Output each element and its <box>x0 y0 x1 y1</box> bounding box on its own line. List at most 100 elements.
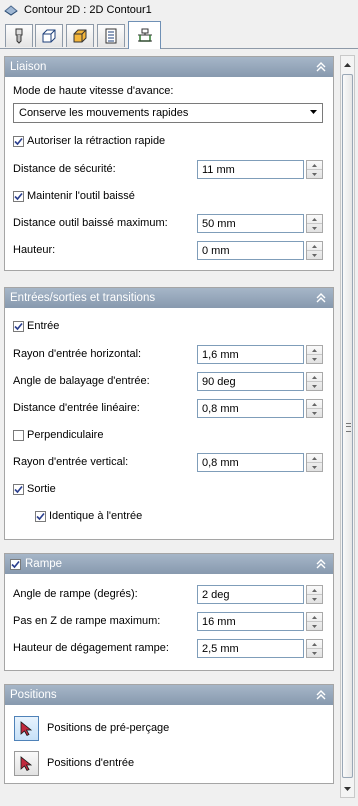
ramp-stepdown-input[interactable]: 16 mm <box>197 612 304 631</box>
arrow-up-icon <box>312 402 317 406</box>
collapse-icon[interactable] <box>315 292 327 304</box>
tab-tool[interactable] <box>5 24 33 47</box>
linear-distance-input[interactable]: 0,8 mm <box>197 399 304 418</box>
scroll-down-button[interactable] <box>341 781 354 796</box>
allow-retract-checkbox[interactable] <box>13 135 24 147</box>
arrow-down-icon <box>312 172 317 176</box>
section-positions: Positions Positions de pré-perçage Posit… <box>4 684 334 784</box>
passes-icon <box>105 28 117 44</box>
exit-checkbox[interactable] <box>13 483 24 495</box>
keep-down-distance-input[interactable]: 50 mm <box>197 214 304 233</box>
collapse-icon[interactable] <box>315 558 327 570</box>
arrow-up-icon <box>312 163 317 167</box>
arrow-up-icon <box>312 588 317 592</box>
high-feed-label: Mode de haute vitesse d'avance: <box>13 85 174 97</box>
arrow-up-icon <box>344 62 351 67</box>
arrow-down-icon <box>344 786 351 791</box>
scroll-up-button[interactable] <box>341 57 354 72</box>
arrow-down-icon <box>312 357 317 361</box>
entry-checkbox[interactable] <box>13 320 24 332</box>
sweep-angle-value: 90 deg <box>202 375 236 388</box>
height-label: Hauteur: <box>13 244 56 256</box>
grip-icon <box>346 423 351 432</box>
ramp-stepdown-label: Pas en Z de rampe maximum: <box>13 615 161 627</box>
arrow-down-icon <box>312 226 317 230</box>
arrow-down-icon <box>312 651 317 655</box>
arrow-up-icon <box>312 244 317 248</box>
height-value: 0 mm <box>202 244 230 257</box>
horiz-radius-input[interactable]: 1,6 mm <box>197 345 304 364</box>
collapse-icon[interactable] <box>315 61 327 73</box>
tab-geometry[interactable] <box>35 24 63 47</box>
horiz-radius-spinner[interactable] <box>306 345 323 364</box>
sweep-angle-label: Angle de balayage d'entrée: <box>13 375 150 387</box>
same-as-entry-checkbox[interactable] <box>35 510 46 522</box>
ramp-checkbox[interactable] <box>10 558 21 570</box>
ramp-angle-value: 2 deg <box>202 588 230 601</box>
sweep-angle-spinner[interactable] <box>306 372 323 391</box>
section-leads: Entrées/sorties et transitions Entrée Ra… <box>4 287 334 540</box>
arrow-up-icon <box>312 348 317 352</box>
ramp-clearance-spinner[interactable] <box>306 639 323 658</box>
vert-radius-spinner[interactable] <box>306 453 323 472</box>
entry-row: Entrée <box>13 320 325 332</box>
arrow-up-icon <box>312 615 317 619</box>
predrill-label: Positions de pré-perçage <box>47 722 170 734</box>
keep-down-label: Maintenir l'outil baissé <box>27 190 135 202</box>
checkmark-icon <box>14 137 23 145</box>
keep-down-checkbox[interactable] <box>13 190 24 202</box>
exit-row: Sortie <box>13 483 325 495</box>
section-ramp: Rampe Angle de rampe (degrés): 2 deg Pas… <box>4 553 334 671</box>
sweep-angle-input[interactable]: 90 deg <box>197 372 304 391</box>
safe-distance-value: 11 mm <box>202 163 235 176</box>
vert-radius-input[interactable]: 0,8 mm <box>197 453 304 472</box>
vert-radius-value: 0,8 mm <box>202 456 239 469</box>
checkmark-icon <box>14 322 23 330</box>
ramp-clearance-value: 2,5 mm <box>202 642 239 655</box>
perpendicular-checkbox[interactable] <box>13 429 24 441</box>
arrow-up-icon <box>312 217 317 221</box>
collapse-icon[interactable] <box>315 689 327 701</box>
tool-icon <box>15 28 23 44</box>
checkmark-icon <box>36 512 45 520</box>
exit-label: Sortie <box>27 483 56 495</box>
keep-down-row: Maintenir l'outil baissé <box>13 190 325 202</box>
entry-label: Entrée <box>27 320 60 332</box>
arrow-down-icon <box>312 624 317 628</box>
arrow-up-icon <box>312 642 317 646</box>
keep-down-distance-spinner[interactable] <box>306 214 323 233</box>
same-as-entry-row: Identique à l'entrée <box>35 510 325 522</box>
high-feed-select[interactable]: Conserve les mouvements rapides <box>13 103 323 123</box>
ramp-clearance-input[interactable]: 2,5 mm <box>197 639 304 658</box>
height-input[interactable]: 0 mm <box>197 241 304 260</box>
scroll-thumb[interactable] <box>342 74 353 778</box>
perpendicular-label: Perpendiculaire <box>27 429 104 441</box>
checkmark-icon <box>11 560 20 568</box>
section-title: Entrées/sorties et transitions <box>10 292 156 304</box>
tab-linking[interactable] <box>128 21 161 49</box>
checkmark-icon <box>14 485 23 493</box>
section-header-ramp[interactable]: Rampe <box>5 554 333 574</box>
horiz-radius-label: Rayon d'entrée horizontal: <box>13 348 142 360</box>
pointer-select-icon <box>20 756 33 771</box>
safe-distance-spinner[interactable] <box>306 160 323 179</box>
height-spinner[interactable] <box>306 241 323 260</box>
entry-positions-button[interactable] <box>14 751 39 776</box>
high-feed-row: Mode de haute vitesse d'avance: <box>13 85 325 97</box>
linear-distance-spinner[interactable] <box>306 399 323 418</box>
ramp-stepdown-spinner[interactable] <box>306 612 323 631</box>
section-header-leads[interactable]: Entrées/sorties et transitions <box>5 288 333 308</box>
section-header-liaison[interactable]: Liaison <box>5 57 333 77</box>
safe-distance-input[interactable]: 11 mm <box>197 160 304 179</box>
ramp-angle-input[interactable]: 2 deg <box>197 585 304 604</box>
tab-passes[interactable] <box>97 24 125 47</box>
vert-radius-label: Rayon d'entrée vertical: <box>13 456 129 468</box>
ramp-angle-spinner[interactable] <box>306 585 323 604</box>
predrill-positions-button[interactable] <box>14 716 39 741</box>
vertical-scrollbar[interactable] <box>340 55 355 798</box>
tab-heights[interactable] <box>66 24 94 47</box>
section-title: Rampe <box>25 558 63 570</box>
section-header-positions[interactable]: Positions <box>5 685 333 705</box>
same-as-entry-label: Identique à l'entrée <box>49 510 143 522</box>
keep-down-distance-value: 50 mm <box>202 217 236 230</box>
